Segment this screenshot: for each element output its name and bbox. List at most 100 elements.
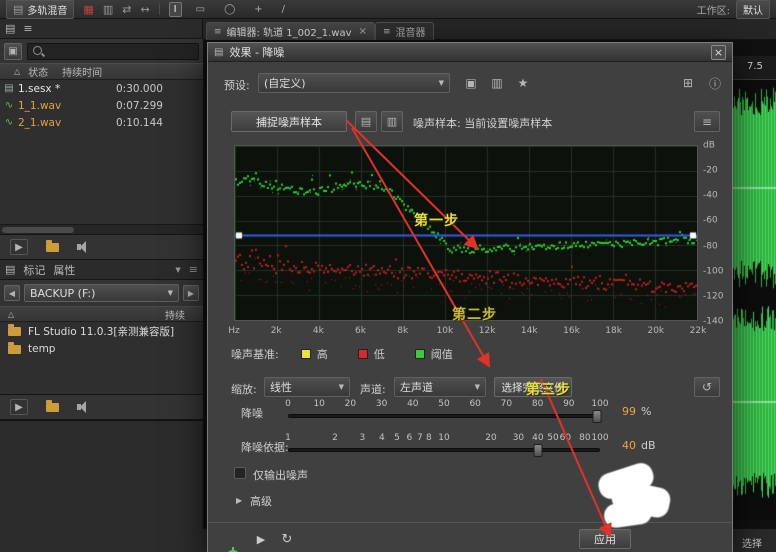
- file-row[interactable]: ∿ 2_1.wav 0:10.144: [0, 114, 203, 131]
- tick-label: -40: [703, 191, 718, 201]
- reduce-by-value[interactable]: 40: [622, 439, 636, 452]
- dialog-titlebar[interactable]: ▤ 效果 - 降噪 ×: [208, 43, 732, 62]
- info-icon[interactable]: ⓘ: [704, 73, 726, 93]
- chevron-down-icon: ▼: [439, 79, 444, 87]
- save-noiseprint-icon[interactable]: ▤: [355, 111, 377, 132]
- spot-heal-tool-icon[interactable]: +: [249, 2, 267, 17]
- new-folder-icon[interactable]: [46, 403, 59, 412]
- reduce-by-knob[interactable]: [533, 444, 542, 457]
- advanced-expander-icon[interactable]: ▶: [236, 496, 242, 505]
- tick-label: 5: [394, 433, 400, 443]
- files-column-header[interactable]: △ 状态 持续时间: [0, 63, 203, 80]
- grid-panel-icon[interactable]: ▥: [103, 4, 113, 15]
- duration-column-label: 持续时间: [62, 64, 102, 79]
- files-hscrollbar[interactable]: [0, 224, 203, 234]
- file-row[interactable]: ▤ 1.sesx * 0:30.000: [0, 80, 203, 97]
- drive-selector[interactable]: BACKUP (F:) ▼: [24, 284, 179, 302]
- graph-options-icon[interactable]: ≡: [694, 111, 720, 132]
- auto-play-icon[interactable]: [77, 401, 90, 413]
- tick-label: -140: [703, 317, 723, 327]
- tree-item[interactable]: FL Studio 11.0.3[亲测兼容版]: [0, 322, 203, 340]
- tick-label: 6k: [355, 326, 366, 336]
- back-arrow-icon[interactable]: ◀: [4, 285, 20, 301]
- play-file-icon[interactable]: ▶: [10, 239, 28, 255]
- scale-selector[interactable]: 线性 ▼: [264, 377, 350, 397]
- channel-selector[interactable]: 左声道 ▼: [394, 377, 486, 397]
- reset-icon[interactable]: ↺: [694, 377, 720, 397]
- slider-track[interactable]: [288, 448, 600, 452]
- toolbar-separator: [159, 3, 160, 15]
- scrollbar-thumb[interactable]: [2, 227, 74, 233]
- reduce-by-unit: dB: [641, 439, 656, 452]
- new-folder-icon[interactable]: [46, 243, 59, 252]
- media-column-header[interactable]: △ 持续: [0, 306, 203, 322]
- tick-label: 20: [345, 399, 356, 409]
- panel-menu-icon[interactable]: ≡: [23, 22, 32, 35]
- apply-button[interactable]: 应用: [579, 529, 631, 549]
- effect-icon: ▤: [214, 47, 223, 58]
- tab-editor[interactable]: ≡ 编辑器: 轨道 1_002_1.wav ×: [206, 22, 375, 40]
- reduce-by-slider[interactable]: 1234567810203040506080100: [288, 433, 600, 457]
- noise-reduction-knob[interactable]: [592, 410, 601, 423]
- load-noiseprint-icon[interactable]: ▥: [381, 111, 403, 132]
- tick-label: 10: [438, 433, 449, 443]
- duration-column-label: 持续: [165, 307, 185, 322]
- forward-arrow-icon[interactable]: ▶: [183, 285, 199, 301]
- tick-label: 90: [563, 399, 574, 409]
- file-row[interactable]: ∿ 1_1.wav 0:07.299: [0, 97, 203, 114]
- reduction-value[interactable]: 99: [622, 405, 636, 418]
- capture-noise-sample-button[interactable]: 捕捉噪声样本: [231, 111, 347, 132]
- noise-floor-graph[interactable]: [234, 145, 698, 321]
- tick-label: -80: [703, 241, 718, 251]
- preset-value: (自定义): [264, 75, 306, 91]
- tab-mixer[interactable]: ≡ 混音器: [375, 22, 434, 40]
- advanced-label[interactable]: 高级: [250, 493, 272, 509]
- media-nav-row: ◀ BACKUP (F:) ▼ ▶: [0, 280, 203, 306]
- media-browser-icon: ▤: [5, 263, 15, 276]
- noise-reduction-slider[interactable]: 0102030405060708090100: [288, 399, 600, 423]
- tab-markers[interactable]: 标记: [23, 262, 45, 278]
- panel-menu-icon[interactable]: ≡: [189, 263, 198, 276]
- close-icon[interactable]: ×: [711, 45, 726, 60]
- tab-properties[interactable]: 属性: [53, 262, 75, 278]
- files-list: ▤ 1.sesx * 0:30.000 ∿ 1_1.wav 0:07.299 ∿…: [0, 80, 203, 224]
- ibeam-tool-icon[interactable]: I: [169, 2, 182, 17]
- dialog-title: 效果 - 降噪: [229, 44, 284, 60]
- editor-tabbar: ≡ 编辑器: 轨道 1_002_1.wav × ≡ 混音器: [203, 19, 776, 40]
- favorite-star-icon[interactable]: ★: [512, 73, 534, 93]
- razor-tool-icon[interactable]: /: [277, 2, 290, 17]
- preview-play-icon[interactable]: ▶: [252, 530, 270, 548]
- play-file-icon[interactable]: ▶: [10, 399, 28, 415]
- waveform-canvas[interactable]: [732, 80, 776, 520]
- search-input[interactable]: [48, 46, 194, 57]
- files-panel-footer: ▶: [0, 234, 203, 260]
- tick-label: 100: [591, 433, 608, 443]
- import-files-icon[interactable]: ▣: [4, 43, 22, 60]
- multitrack-view-button[interactable]: ▤ 多轨混音: [6, 0, 74, 19]
- timeline-ruler[interactable]: 7.5: [732, 56, 776, 80]
- chevron-down-icon[interactable]: ▼: [175, 266, 180, 274]
- lasso-select-tool-icon[interactable]: ◯: [219, 2, 240, 17]
- delete-preset-icon[interactable]: ▥: [486, 73, 508, 93]
- move-tool-icon[interactable]: ⇄: [122, 4, 131, 15]
- tick-label: -60: [703, 216, 718, 226]
- loop-icon[interactable]: ↻: [278, 530, 296, 548]
- scale-value: 线性: [270, 379, 292, 395]
- preset-selector[interactable]: (自定义) ▼: [258, 73, 450, 93]
- output-noise-only-checkbox[interactable]: [234, 467, 246, 479]
- save-preset-icon[interactable]: ▣: [460, 73, 482, 93]
- noise-spectrum-canvas[interactable]: [235, 146, 697, 320]
- record-panel-icon[interactable]: ▦: [83, 4, 93, 15]
- workspace-selector[interactable]: 默认: [736, 0, 770, 19]
- tick-label: 50: [438, 399, 449, 409]
- slip-tool-icon[interactable]: ↔: [140, 4, 149, 15]
- reduction-label: 降噪: [241, 405, 263, 421]
- tick-label: 40: [407, 399, 418, 409]
- auto-play-icon[interactable]: [77, 241, 90, 253]
- preset-options-icon[interactable]: ⊞: [676, 73, 700, 93]
- wave-file-icon: ∿: [0, 100, 18, 111]
- marquee-select-tool-icon[interactable]: ▭: [191, 2, 210, 17]
- close-tab-icon[interactable]: ×: [359, 26, 367, 37]
- tree-item[interactable]: temp: [0, 340, 203, 358]
- slider-track[interactable]: [288, 414, 600, 418]
